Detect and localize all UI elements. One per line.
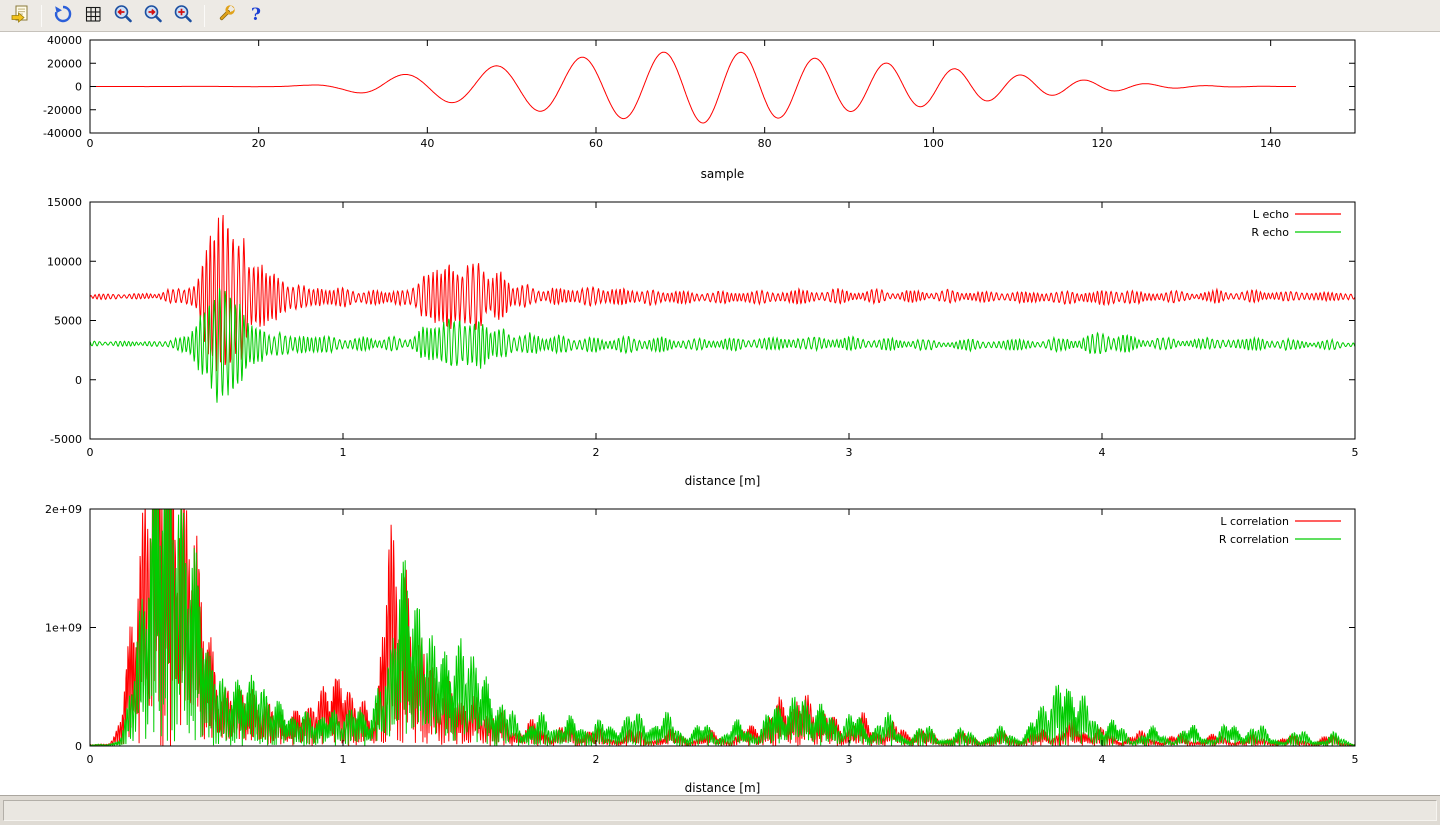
y-tick-label: 0 [75,740,82,753]
zoom-next-icon [142,3,164,29]
y-tick-label: -20000 [43,104,82,117]
x-tick-label: 20 [252,137,266,150]
y-tick-label: 5000 [54,315,82,328]
replot-button[interactable] [49,3,77,29]
plot-canvas[interactable]: 0 1 2 3 4 5 0 1e+09 2e+09 distance [m] L correlati… [0,493,1440,795]
toolbar: ? [0,0,1440,32]
y-tick-label: 15000 [47,196,82,209]
plot-border [90,202,1355,439]
series-r-correlation [90,493,1355,746]
y-tick-label: 2e+09 [45,503,82,516]
y-tick-label: 40000 [47,34,82,47]
help-button[interactable]: ? [242,3,270,29]
x-axis-title: distance [m] [685,474,761,488]
zoom-autoscale-icon [172,3,194,29]
plot-canvas[interactable]: 0 20 40 60 80 100 120 140 -40000 -20000 0 20000 4000… [0,32,1440,185]
settings-icon [215,3,237,29]
grid-icon [82,3,104,29]
chart-echo: 0 1 2 3 4 5 -5000 0 5000 10000 15000 distance [m] L … [0,185,1440,493]
x-tick-label: 0 [87,753,94,766]
y-tick-label: 0 [75,374,82,387]
settings-button[interactable] [212,3,240,29]
x-tick-label: 4 [1099,753,1106,766]
zoom-next-button[interactable] [139,3,167,29]
export-button[interactable] [6,3,34,29]
x-tick-label: 4 [1099,446,1106,459]
plot-stack: 020406080100120140-40000-200000200004000… [0,32,1440,795]
legend-label: L correlation [1220,515,1289,528]
plot-canvas[interactable]: 0 1 2 3 4 5 -5000 0 5000 10000 15000 distance [m] L … [0,185,1440,493]
help-icon: ? [245,3,267,29]
x-tick-label: 60 [589,137,603,150]
zoom-previous-button[interactable] [109,3,137,29]
legend-label: L echo [1253,208,1289,221]
x-tick-label: 40 [420,137,434,150]
legend-label: R correlation [1219,533,1289,546]
x-tick-label: 3 [846,446,853,459]
x-tick-label: 80 [758,137,772,150]
x-tick-label: 140 [1260,137,1281,150]
x-tick-label: 3 [846,753,853,766]
x-tick-label: 0 [87,446,94,459]
replot-icon [52,3,74,29]
x-axis-title: distance [m] [685,781,761,795]
y-tick-label: -5000 [50,433,82,446]
x-tick-label: 5 [1352,446,1359,459]
y-tick-label: -40000 [43,127,82,140]
y-tick-label: 0 [75,81,82,94]
zoom-previous-icon [112,3,134,29]
export-icon [9,3,31,29]
chart-correlation: 0 1 2 3 4 5 0 1e+09 2e+09 distance [m] L correlati… [0,493,1440,795]
x-tick-label: 1 [340,446,347,459]
x-tick-label: 2 [593,446,600,459]
x-tick-label: 120 [1092,137,1113,150]
status-message-area [3,800,1437,821]
toolbar-separator [204,5,205,27]
gnuplot-window: ? 020406080100120140-40000-2000002000040… [0,0,1440,825]
svg-text:?: ? [251,5,261,25]
x-tick-label: 0 [87,137,94,150]
x-tick-label: 1 [340,753,347,766]
y-tick-label: 1e+09 [45,622,82,635]
chart-pulse: 0 20 40 60 80 100 120 140 -40000 -20000 0 20000 4000… [0,32,1440,185]
status-bar [0,795,1440,825]
x-tick-label: 2 [593,753,600,766]
x-axis-title: sample [701,167,745,181]
y-tick-label: 20000 [47,57,82,70]
series-pulse [90,52,1296,123]
x-tick-label: 5 [1352,753,1359,766]
zoom-autoscale-button[interactable] [169,3,197,29]
x-tick-label: 100 [923,137,944,150]
y-tick-label: 10000 [47,255,82,268]
toolbar-separator [41,5,42,27]
grid-button[interactable] [79,3,107,29]
legend-label: R echo [1251,226,1289,239]
